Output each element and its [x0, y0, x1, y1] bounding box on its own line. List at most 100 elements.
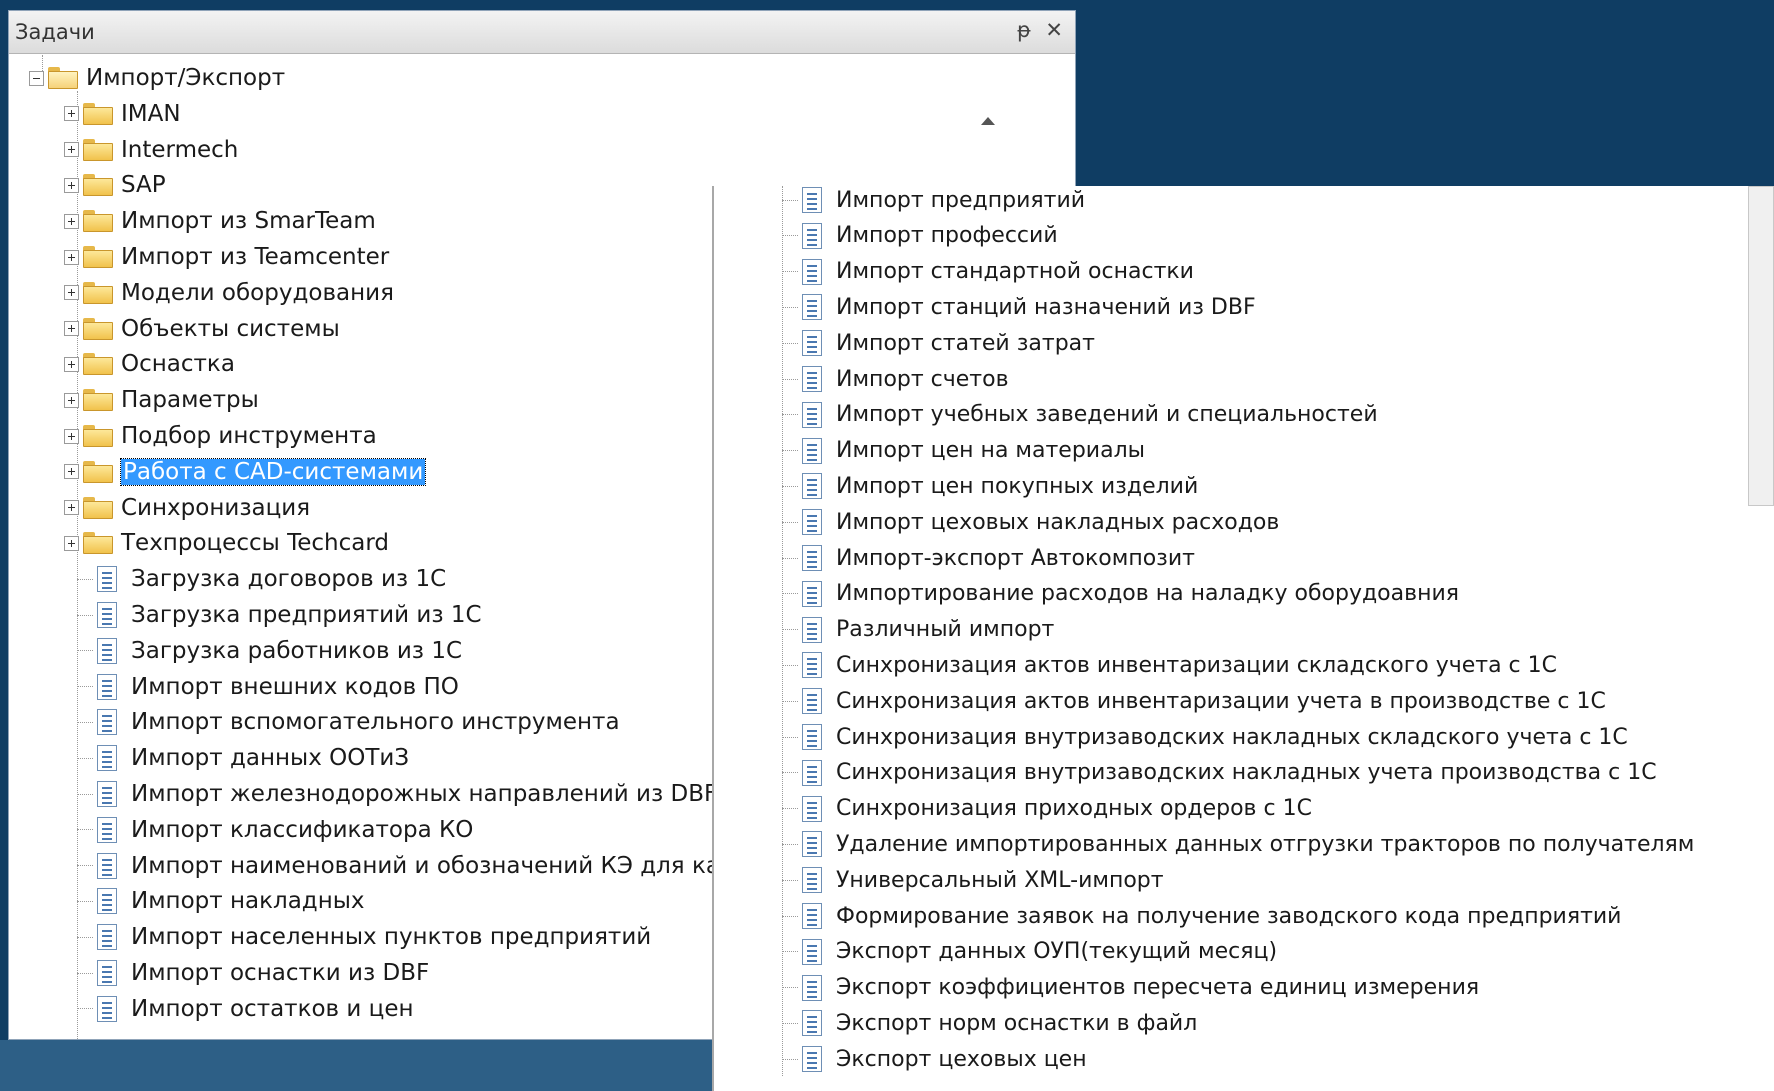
tree-item[interactable]: Импорт населенных пунктов предприятий — [77, 919, 651, 955]
tree-folder[interactable]: Intermech — [64, 132, 238, 168]
tree-folder[interactable]: IMAN — [64, 96, 181, 132]
tree-item[interactable]: Загрузка договоров из 1С — [77, 561, 446, 597]
document-icon — [97, 924, 117, 951]
tree-folder[interactable]: Синхронизация — [64, 490, 310, 526]
expand-icon[interactable] — [64, 428, 79, 444]
tree-item[interactable]: Импорт стандартной оснастки — [782, 254, 1194, 290]
expand-icon[interactable] — [64, 249, 79, 265]
tree-folder-label: Работа с CAD-системами — [119, 457, 427, 486]
expand-icon[interactable] — [64, 285, 79, 301]
tree-folder[interactable]: Параметры — [64, 382, 259, 418]
tree-connector — [77, 936, 93, 938]
tree-connector — [77, 757, 93, 759]
tree-item[interactable]: Импортирование расходов на наладку обору… — [782, 576, 1459, 612]
vertical-scrollbar[interactable] — [1726, 186, 1774, 1091]
expand-icon[interactable] — [64, 535, 79, 551]
tree-folder[interactable]: Модели оборудования — [64, 275, 394, 311]
document-icon — [97, 781, 117, 807]
tree-item[interactable]: Импорт наименований и обозначений КЭ для… — [77, 848, 762, 884]
tree-item[interactable]: Экспорт цеховых цен — [782, 1041, 1087, 1077]
expand-icon[interactable] — [64, 500, 79, 516]
tree-item[interactable]: Импорт счетов — [782, 361, 1009, 397]
tree-connector — [77, 900, 93, 902]
tree-item[interactable]: Экспорт коэффициентов пересчета единиц и… — [782, 970, 1479, 1006]
document-icon — [802, 974, 822, 1001]
tree-item[interactable]: Синхронизация актов инвентаризации учета… — [782, 683, 1606, 719]
tree-item[interactable]: Импорт оснастки из DBF — [77, 955, 429, 991]
tree-item[interactable]: Импорт-экспорт Автокомпозит — [782, 540, 1195, 576]
tree-item[interactable]: Формирование заявок на получение заводск… — [782, 898, 1621, 934]
folder-icon — [83, 246, 113, 268]
tree-item[interactable]: Загрузка предприятий из 1С — [77, 597, 482, 633]
tree-item[interactable]: Загрузка работников из 1С — [77, 633, 462, 669]
tree-folder[interactable]: Оснастка — [64, 346, 235, 382]
tree-item-label: Синхронизация актов инвентаризации склад… — [836, 652, 1558, 678]
tree-item[interactable]: Экспорт норм оснастки в файл — [782, 1005, 1197, 1041]
tree-item[interactable]: Экспорт данных ОУП(текущий месяц) — [782, 934, 1277, 970]
expand-icon[interactable] — [64, 321, 79, 337]
tree-folder-label: Оснастка — [121, 351, 235, 378]
folder-icon — [83, 389, 113, 412]
expand-icon[interactable] — [64, 177, 79, 193]
tree-folder[interactable]: Техпроцессы Techcard — [64, 525, 389, 561]
tree-connector — [77, 793, 93, 795]
tree-item[interactable]: Различный импорт — [782, 612, 1054, 648]
expand-icon[interactable] — [64, 356, 79, 372]
tree-item[interactable]: Универсальный XML-импорт — [782, 862, 1164, 898]
document-icon — [802, 616, 822, 643]
tree-folder[interactable]: SAP — [64, 167, 166, 203]
tree-item[interactable]: Импорт данных ООТиЗ — [77, 740, 409, 776]
expand-icon[interactable] — [64, 213, 79, 229]
document-icon — [802, 401, 822, 428]
scrollbar-thumb[interactable] — [1748, 186, 1774, 506]
tree-folder[interactable]: Работа с CAD-системами — [64, 454, 427, 490]
tree-item[interactable]: Импорт остатков и цен — [77, 991, 414, 1027]
tree-item[interactable]: Удаление импортированных данных отгрузки… — [782, 826, 1694, 862]
tree-item[interactable]: Импорт железнодорожных направлений из DB… — [77, 776, 717, 812]
tree-connector — [782, 557, 798, 559]
document-icon — [802, 294, 822, 321]
tree-item[interactable]: Импорт статей затрат — [782, 325, 1095, 361]
tree-item[interactable]: Синхронизация актов инвентаризации склад… — [782, 647, 1557, 683]
tree-connector — [782, 593, 798, 595]
tree-item[interactable]: Импорт профессий — [782, 218, 1058, 254]
tree-connector — [782, 485, 798, 487]
tree-item[interactable]: Импорт цеховых накладных расходов — [782, 504, 1279, 540]
pin-icon[interactable]: ᵽ — [1017, 18, 1031, 42]
close-icon[interactable]: ✕ — [1045, 18, 1063, 42]
expand-icon[interactable] — [64, 142, 79, 158]
tree-item[interactable]: Импорт станций назначений из DBF — [782, 289, 1256, 325]
tree-item[interactable]: Синхронизация внутризаводских накладных … — [782, 719, 1628, 755]
folder-icon — [83, 138, 113, 161]
expand-icon[interactable] — [64, 464, 79, 480]
document-icon — [802, 831, 822, 858]
tree-folder[interactable]: Импорт из Teamcenter — [64, 239, 389, 275]
tree-item[interactable]: Импорт цен на материалы — [782, 433, 1145, 469]
tree-item-label: Импорт-экспорт Автокомпозит — [836, 545, 1195, 571]
tree-item-label: Импорт классификатора КО — [131, 816, 474, 843]
document-icon — [802, 652, 822, 679]
tree-item[interactable]: Импорт предприятий — [782, 186, 1085, 218]
collapse-icon[interactable] — [29, 70, 44, 86]
tree-folder[interactable]: Подбор инструмента — [64, 418, 377, 454]
tree-folder[interactable]: Импорт из SmarTeam — [64, 203, 376, 239]
tree-item-label: Импорт учебных заведений и специальносте… — [836, 402, 1378, 428]
tree-item-label: Различный импорт — [836, 617, 1055, 643]
expand-icon[interactable] — [64, 106, 79, 122]
document-icon — [97, 566, 117, 593]
scroll-up-arrow-icon[interactable] — [981, 117, 995, 125]
tree-root[interactable]: Импорт/Экспорт — [29, 60, 285, 96]
folder-icon — [83, 102, 113, 125]
tree-item[interactable]: Импорт учебных заведений и специальносте… — [782, 397, 1378, 433]
open-folder-icon — [48, 67, 78, 89]
tree-item[interactable]: Импорт цен покупных изделий — [782, 468, 1198, 504]
tree-item[interactable]: Импорт вспомогательного инструмента — [77, 704, 620, 740]
tree-folder[interactable]: Объекты системы — [64, 311, 340, 347]
document-icon — [802, 473, 822, 500]
tree-item[interactable]: Импорт классификатора КО — [77, 812, 473, 848]
expand-icon[interactable] — [64, 392, 79, 408]
tree-item[interactable]: Импорт накладных — [77, 883, 365, 919]
tree-item[interactable]: Импорт внешних кодов ПО — [77, 669, 459, 705]
tree-item[interactable]: Синхронизация приходных ордеров с 1С — [782, 791, 1312, 827]
tree-item[interactable]: Синхронизация внутризаводских накладных … — [782, 755, 1657, 791]
